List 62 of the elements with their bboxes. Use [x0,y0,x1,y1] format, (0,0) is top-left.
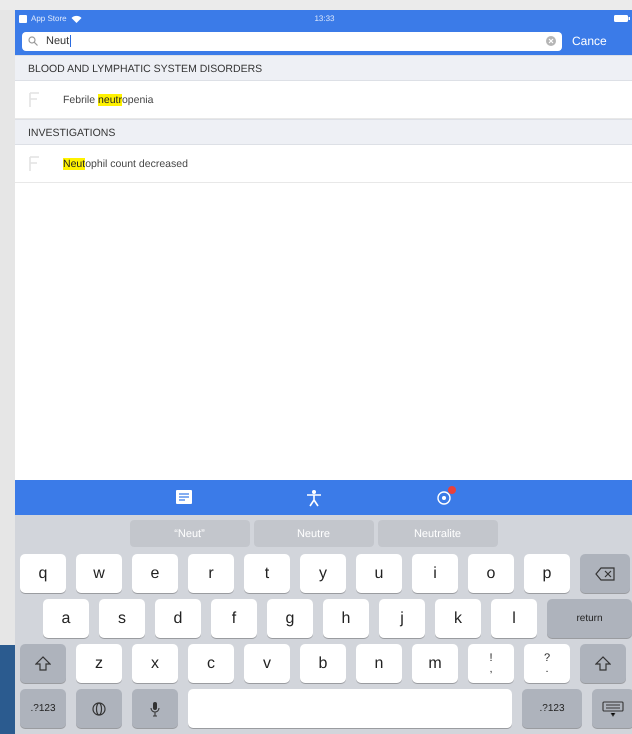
document-icon [29,156,41,172]
result-row[interactable]: Neutophil count decreased [15,145,632,183]
result-label[interactable]: Febrile neutropenia [63,92,154,106]
keyboard-key[interactable] [132,689,178,728]
keyboard-key[interactable]: c [188,644,234,684]
section-header: INVESTIGATIONS [15,119,632,145]
keyboard-key[interactable]: e [132,554,178,594]
search-icon [28,36,38,46]
keyboard-key[interactable]: d [155,599,201,638]
clock-time: 13:33 [314,14,335,23]
keyboard-key[interactable]: .?123 [522,689,582,728]
keyboard-key[interactable]: w [76,554,122,594]
circle-icon [434,488,452,506]
shift-icon [35,656,51,672]
keyboard-key[interactable]: r [188,554,234,594]
keyboard-key[interactable] [592,689,632,728]
keyboard-key[interactable]: s [99,599,145,638]
carrier-label: App Store [31,14,67,23]
keyboard-key[interactable]: a [43,599,89,638]
cancel-button[interactable]: Cance [572,34,607,48]
keyboard-key[interactable]: l [491,599,537,638]
search-field[interactable]: Neut [22,32,562,50]
keyboard-key[interactable]: ! , [468,644,514,684]
keyboard-key[interactable]: ? . [524,644,570,684]
notification-dot [448,486,456,494]
keyboard-key[interactable] [580,644,626,684]
keyboard-key[interactable]: .?123 [20,689,66,728]
keyboard-key[interactable]: z [76,644,122,684]
battery-icon [614,15,630,22]
keyboard-key[interactable]: x [132,644,178,684]
keyboard-key[interactable]: p [524,554,570,594]
app-icon [19,14,27,22]
keyboard-key[interactable]: j [379,599,425,638]
keyboard-key[interactable]: f [211,599,257,638]
keyboard-key[interactable] [20,644,66,684]
keyboard-key[interactable]: t [244,554,290,594]
section-header: BLOOD AND LYMPHATIC SYSTEM DISORDERS [15,55,632,81]
keyboard-key[interactable]: h [323,599,369,638]
keyboard-key[interactable]: m [412,644,458,684]
keyboard-key[interactable] [76,689,122,728]
keyboard-key[interactable]: n [356,644,402,684]
keyboard-key[interactable]: q [20,554,66,594]
globe-icon [92,702,106,716]
search-input[interactable]: Neut [46,35,70,47]
delete-icon [595,566,615,581]
microphone-icon [150,700,160,717]
keyboard-key[interactable]: i [412,554,458,594]
keyboard-key[interactable]: o [468,554,514,594]
keyboard-key[interactable]: v [244,644,290,684]
keyboard-key[interactable]: b [300,644,346,684]
keyboard-key[interactable]: u [356,554,402,594]
keyboard-key[interactable]: y [300,554,346,594]
keyboard-icon [602,700,624,717]
wifi-icon [70,14,82,22]
list-icon [174,488,192,506]
shift-icon [595,656,611,672]
keyboard-key[interactable]: g [267,599,313,638]
keyboard-key[interactable]: k [435,599,481,638]
keyboard-key[interactable] [580,554,630,594]
document-icon [29,92,41,108]
return-key[interactable]: return [547,599,632,638]
figure-icon [304,488,322,506]
